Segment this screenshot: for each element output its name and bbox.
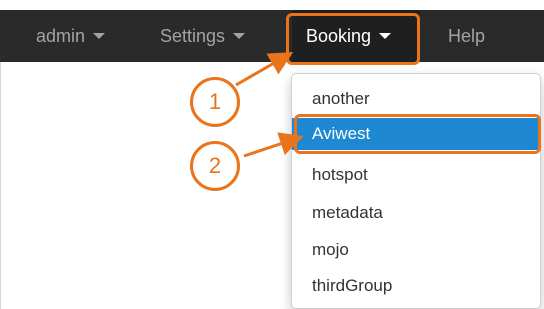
dropdown-item-metadata[interactable]: metadata <box>292 197 540 229</box>
top-navbar: admin Settings Booking Help <box>0 10 544 62</box>
step-1-marker: 1 <box>190 77 240 127</box>
aviwest-highlight-box <box>294 114 541 154</box>
nav-help-label: Help <box>448 26 486 46</box>
dropdown-item-thirdgroup[interactable]: thirdGroup <box>292 270 540 302</box>
caret-down-icon <box>93 33 106 40</box>
content-border <box>0 62 1 309</box>
step-2-marker: 2 <box>190 141 240 191</box>
nav-admin-label: admin <box>36 26 86 46</box>
dropdown-item-another[interactable]: another <box>292 83 540 115</box>
nav-settings[interactable]: Settings <box>150 10 255 62</box>
nav-admin[interactable]: admin <box>26 10 115 62</box>
booking-dropdown-menu: another Aviwest hotspot metadata mojo th… <box>291 73 541 309</box>
booking-highlight-box <box>286 13 420 65</box>
dropdown-item-hotspot[interactable]: hotspot <box>292 159 540 191</box>
nav-settings-label: Settings <box>160 26 226 46</box>
nav-help[interactable]: Help <box>438 10 495 62</box>
dropdown-item-mojo[interactable]: mojo <box>292 234 540 266</box>
caret-down-icon <box>233 33 246 40</box>
